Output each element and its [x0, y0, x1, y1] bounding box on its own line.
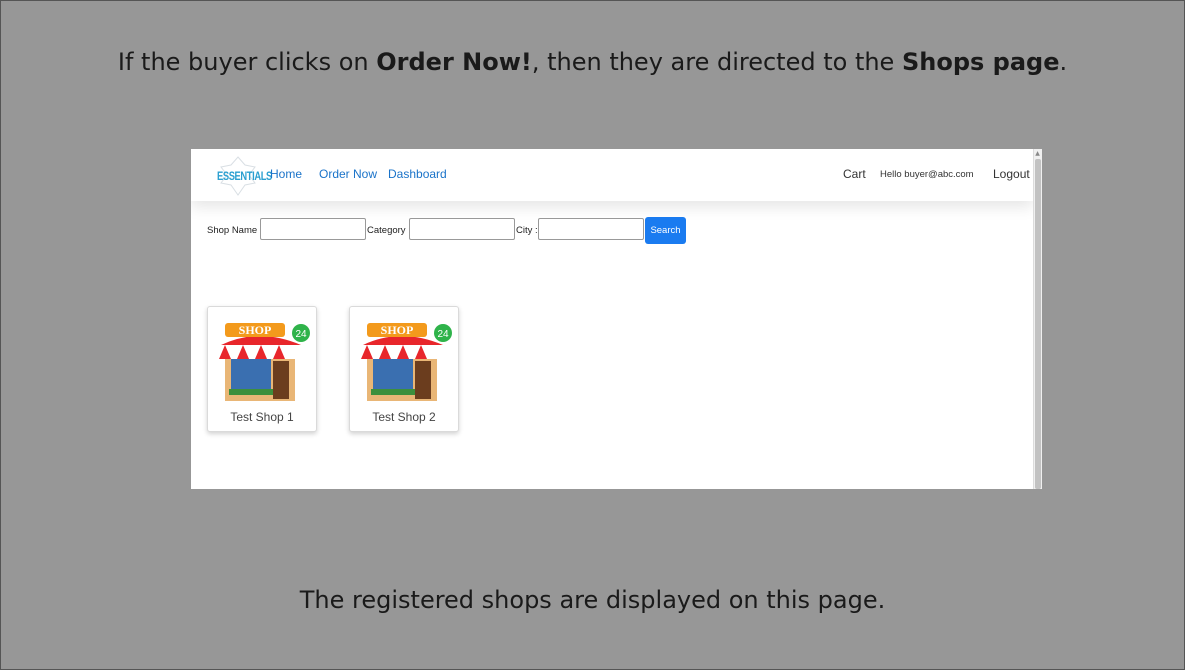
- essentials-logo[interactable]: ESSENTIALS: [213, 155, 272, 197]
- caption-bold-order-now: Order Now!: [376, 48, 532, 76]
- category-input[interactable]: [409, 218, 515, 240]
- slide-caption-bottom: The registered shops are displayed on th…: [299, 586, 886, 614]
- shop-badge-text: 24: [437, 329, 449, 340]
- city-input[interactable]: [538, 218, 644, 240]
- city-label: City :: [516, 225, 538, 236]
- slide-caption-top: If the buyer clicks on Order Now!, then …: [0, 48, 1185, 76]
- nav-dashboard-link[interactable]: Dashboard: [388, 167, 447, 181]
- caption-text: , then they are directed to the: [531, 48, 902, 76]
- user-greeting: Hello buyer@abc.com: [880, 169, 974, 180]
- shop-name-input[interactable]: [260, 218, 366, 240]
- logo-text: ESSENTIALS: [217, 169, 272, 183]
- shops-page-screenshot: ESSENTIALS Home Order Now Dashboard Cart…: [191, 149, 1042, 489]
- shop-card-2[interactable]: SHOP 24 Test Shop 2: [349, 306, 459, 432]
- search-button[interactable]: Search: [645, 217, 686, 244]
- page-scrollbar[interactable]: ▲: [1033, 149, 1042, 489]
- nav-logout-link[interactable]: Logout: [993, 167, 1030, 181]
- caption-text: .: [1059, 48, 1068, 76]
- shop-name-label: Shop Name :: [207, 225, 263, 236]
- shop-badge-text: 24: [295, 329, 307, 340]
- nav-home-link[interactable]: Home: [270, 167, 302, 181]
- shop-name[interactable]: Test Shop 2: [350, 410, 458, 424]
- shop-card-1[interactable]: SHOP 24 Test Shop 1: [207, 306, 317, 432]
- nav-order-now-link[interactable]: Order Now: [319, 167, 377, 181]
- navbar: ESSENTIALS Home Order Now Dashboard Cart…: [191, 149, 1033, 201]
- category-label: Category :: [367, 225, 411, 236]
- shop-name[interactable]: Test Shop 1: [208, 410, 316, 424]
- caption-text: If the buyer clicks on: [117, 48, 377, 76]
- shop-storefront-icon: SHOP 24: [359, 323, 452, 401]
- shop-sign-text: SHOP: [381, 323, 414, 337]
- scroll-up-arrow-icon[interactable]: ▲: [1034, 150, 1041, 158]
- caption-bold-shops-page: Shops page: [901, 48, 1060, 76]
- shop-storefront-icon: SHOP 24: [217, 323, 310, 401]
- shop-search-form: Shop Name : Category : City : Search: [207, 217, 1027, 245]
- shop-sign-text: SHOP: [239, 323, 272, 337]
- nav-cart-link[interactable]: Cart: [843, 167, 866, 181]
- scroll-thumb[interactable]: [1035, 159, 1041, 489]
